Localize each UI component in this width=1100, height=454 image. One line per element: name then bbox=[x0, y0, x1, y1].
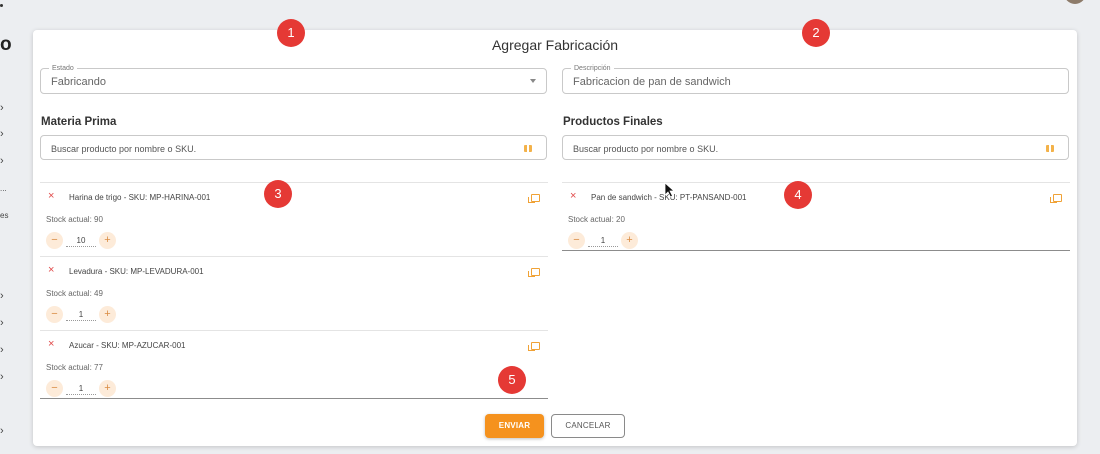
item-stock: Stock actual: 49 bbox=[46, 289, 103, 298]
chevron-right-icon[interactable]: › bbox=[0, 102, 4, 114]
decrement-button[interactable]: − bbox=[568, 232, 585, 249]
annotation-marker: 1 bbox=[277, 19, 305, 47]
copy-icon[interactable] bbox=[528, 342, 540, 351]
chevron-right-icon[interactable]: › bbox=[0, 128, 4, 140]
annotation-marker: 4 bbox=[784, 181, 812, 209]
decrement-button[interactable]: − bbox=[46, 380, 63, 397]
send-button[interactable]: ENVIAR bbox=[485, 414, 544, 438]
item-name: Levadura - SKU: MP-LEVADURA-001 bbox=[69, 267, 204, 276]
productos-finales-list: × Pan de sandwich - SKU: PT-PANSAND-001 … bbox=[562, 182, 1070, 251]
add-manufacturing-dialog: Agregar Fabricación Estado Fabricando De… bbox=[33, 19, 1077, 446]
quantity-stepper: − 1 + bbox=[46, 380, 116, 397]
cancel-button[interactable]: CANCELAR bbox=[551, 414, 625, 438]
quantity-input[interactable]: 1 bbox=[66, 383, 96, 395]
remove-icon[interactable]: × bbox=[570, 191, 576, 202]
annotation-marker: 2 bbox=[802, 19, 830, 47]
increment-button[interactable]: + bbox=[621, 232, 638, 249]
item-stock: Stock actual: 20 bbox=[568, 215, 625, 224]
materia-prima-list: × Harina de trigo - SKU: MP-HARINA-001 S… bbox=[40, 182, 548, 399]
list-item: × Levadura - SKU: MP-LEVADURA-001 Stock … bbox=[40, 257, 548, 331]
remove-icon[interactable]: × bbox=[48, 265, 54, 276]
estado-select[interactable]: Estado Fabricando bbox=[40, 64, 547, 94]
chevron-right-icon[interactable]: › bbox=[0, 371, 4, 383]
quantity-input[interactable]: 1 bbox=[66, 309, 96, 321]
annotation-marker: 3 bbox=[264, 180, 292, 208]
chevron-right-icon[interactable]: › bbox=[0, 317, 4, 329]
decrement-button[interactable]: − bbox=[46, 232, 63, 249]
sidebar-dot bbox=[0, 4, 3, 7]
dialog-title: Agregar Fabricación bbox=[491, 37, 619, 53]
quantity-input[interactable]: 1 bbox=[588, 235, 618, 247]
quantity-stepper: − 1 + bbox=[568, 232, 638, 249]
descripcion-label: Descripción bbox=[571, 64, 614, 73]
productos-finales-search-input[interactable]: Buscar producto por nombre o SKU. bbox=[562, 135, 1069, 160]
increment-button[interactable]: + bbox=[99, 232, 116, 249]
copy-icon[interactable] bbox=[528, 194, 540, 203]
chevron-right-icon[interactable]: › bbox=[0, 425, 4, 437]
chevron-right-icon[interactable]: › bbox=[0, 155, 4, 167]
item-name: Azucar - SKU: MP-AZUCAR-001 bbox=[69, 341, 186, 350]
list-item: × Harina de trigo - SKU: MP-HARINA-001 S… bbox=[40, 183, 548, 257]
chevron-right-icon[interactable]: › bbox=[0, 290, 4, 302]
search-placeholder: Buscar producto por nombre o SKU. bbox=[51, 144, 197, 154]
productos-finales-title: Productos Finales bbox=[563, 116, 663, 128]
item-name: Harina de trigo - SKU: MP-HARINA-001 bbox=[69, 193, 211, 202]
grid-search-icon[interactable] bbox=[524, 145, 532, 152]
remove-icon[interactable]: × bbox=[48, 339, 54, 350]
annotation-marker: 5 bbox=[498, 366, 526, 394]
sidebar-truncated-text: ... bbox=[0, 184, 7, 193]
sidebar: o › › › ... es › › › › › bbox=[0, 0, 22, 454]
chevron-right-icon[interactable]: › bbox=[0, 344, 4, 356]
copy-icon[interactable] bbox=[1050, 194, 1062, 203]
increment-button[interactable]: + bbox=[99, 306, 116, 323]
materia-prima-search-input[interactable]: Buscar producto por nombre o SKU. bbox=[40, 135, 547, 160]
descripcion-value: Fabricacion de pan de sandwich bbox=[573, 76, 731, 88]
increment-button[interactable]: + bbox=[99, 380, 116, 397]
grid-search-icon[interactable] bbox=[1046, 145, 1054, 152]
decrement-button[interactable]: − bbox=[46, 306, 63, 323]
dropdown-arrow-icon[interactable] bbox=[530, 79, 536, 83]
descripcion-field[interactable]: Descripción Fabricacion de pan de sandwi… bbox=[562, 64, 1069, 94]
estado-value: Fabricando bbox=[51, 76, 107, 88]
materia-prima-title: Materia Prima bbox=[41, 116, 117, 128]
list-item: × Pan de sandwich - SKU: PT-PANSAND-001 … bbox=[562, 183, 1070, 250]
avatar[interactable] bbox=[1064, 0, 1086, 4]
item-stock: Stock actual: 90 bbox=[46, 215, 103, 224]
remove-icon[interactable]: × bbox=[48, 191, 54, 202]
list-item: × Azucar - SKU: MP-AZUCAR-001 Stock actu… bbox=[40, 331, 548, 398]
copy-icon[interactable] bbox=[528, 268, 540, 277]
quantity-stepper: − 10 + bbox=[46, 232, 116, 249]
sidebar-logo-letter: o bbox=[0, 34, 12, 55]
estado-label: Estado bbox=[49, 64, 77, 73]
sidebar-truncated-text: es bbox=[0, 211, 9, 220]
item-stock: Stock actual: 77 bbox=[46, 363, 103, 372]
search-placeholder: Buscar producto por nombre o SKU. bbox=[573, 144, 719, 154]
quantity-stepper: − 1 + bbox=[46, 306, 116, 323]
mouse-cursor-icon bbox=[664, 182, 676, 198]
quantity-input[interactable]: 10 bbox=[66, 235, 96, 247]
